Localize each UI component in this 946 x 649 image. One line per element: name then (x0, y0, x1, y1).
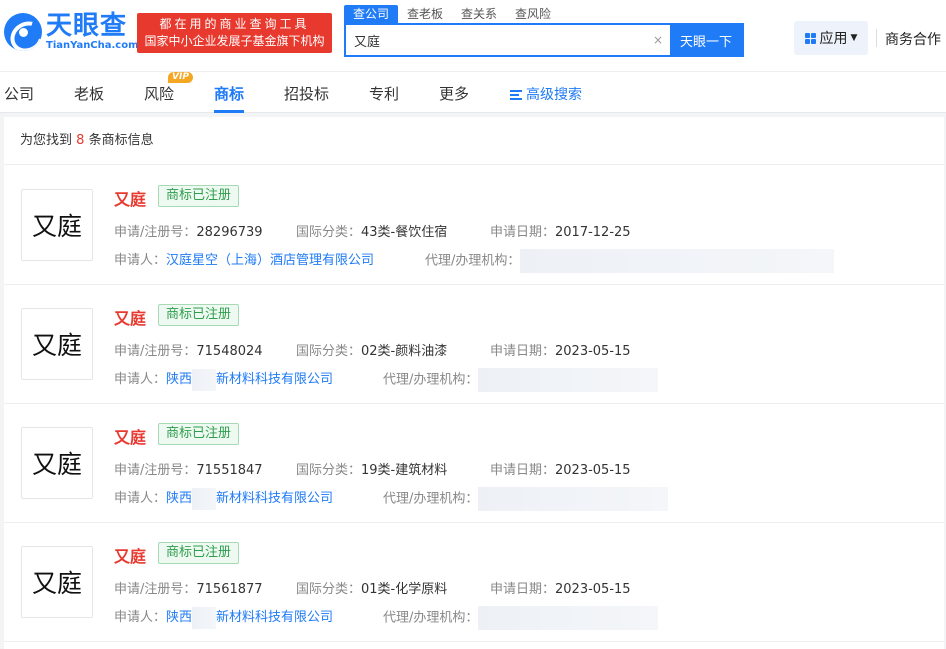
trademark-card: 又庭 又庭 商标已注册 申请/注册号：28296739 国际分类：43类-餐饮住… (4, 166, 944, 285)
redacted-agent (520, 249, 835, 273)
apply-date: 申请日期：2017-12-25 (490, 225, 631, 240)
logo-text-en: TianYanCha.com (46, 40, 139, 51)
redacted-agent (478, 606, 659, 630)
applicant-link[interactable]: 陕西 新材料科技有限公司 (166, 606, 333, 629)
header-divider (876, 29, 877, 47)
grid-icon (804, 32, 816, 44)
applicant-link[interactable]: 陕西 新材料科技有限公司 (166, 487, 333, 510)
applicant: 申请人：陕西 新材料科技有限公司 (114, 368, 333, 391)
apply-date: 申请日期：2023-05-15 (490, 582, 631, 597)
redacted-name (192, 487, 217, 510)
redacted-name (192, 606, 217, 629)
intl-class: 国际分类：02类-颜料油漆 (296, 344, 448, 359)
apps-button[interactable]: 应用 ▼ (794, 21, 868, 55)
nav-company[interactable]: 公司 (4, 83, 34, 104)
slogan-line-2: 国家中小企业发展子基金旗下机构 (144, 34, 325, 48)
redacted-agent (478, 487, 669, 511)
search-tab-company[interactable]: 查公司 (344, 5, 399, 23)
site-logo[interactable]: 天眼查 TianYanCha.com (4, 12, 139, 51)
trademark-card: 又庭 又庭 商标已注册 申请/注册号：71551847 国际分类：19类-建筑材… (4, 404, 944, 523)
nav-advanced-search[interactable]: 高级搜索 (510, 84, 582, 104)
trademark-card: 又庭 又庭 商标已注册 申请/注册号：71548024 国际分类：02类-颜料油… (4, 285, 944, 404)
caret-down-icon: ▼ (850, 33, 858, 43)
top-header: 天眼查 TianYanCha.com 都在用的商业查询工具 国家中小企业发展子基… (0, 0, 946, 72)
search-tab-risk[interactable]: 查风险 (506, 5, 560, 23)
nav-trademark[interactable]: 商标 (214, 83, 244, 104)
agent: 代理/办理机构： (383, 487, 669, 511)
reg-no: 申请/注册号：71561877 (114, 582, 263, 597)
slogan-banner: 都在用的商业查询工具 国家中小企业发展子基金旗下机构 (137, 13, 332, 53)
trademark-image[interactable]: 又庭 (21, 427, 93, 499)
slogan-line-1: 都在用的商业查询工具 (159, 17, 310, 31)
trademark-name[interactable]: 又庭 (114, 424, 146, 448)
trademark-name[interactable]: 又庭 (114, 543, 146, 567)
status-badge: 商标已注册 (158, 542, 240, 564)
trademark-name[interactable]: 又庭 (114, 186, 146, 210)
nav-bidding[interactable]: 招投标 (284, 83, 329, 104)
trademark-card: 又庭 又庭 商标已注册 申请/注册号：71561877 国际分类：01类-化学原… (4, 523, 944, 642)
advanced-search-label: 高级搜索 (526, 87, 582, 103)
search-button[interactable]: 天眼一下 (670, 25, 742, 55)
results-count: 8 (76, 133, 85, 148)
eye-logo-icon (4, 12, 42, 51)
reg-no: 申请/注册号：28296739 (114, 225, 263, 240)
intl-class: 国际分类：43类-餐饮住宿 (296, 225, 448, 240)
nav-boss[interactable]: 老板 (74, 83, 104, 104)
apply-date: 申请日期：2023-05-15 (490, 463, 631, 478)
category-nav: 公司 老板 风险 商标 招投标 专利 更多 高级搜索 (0, 72, 946, 113)
trademark-name[interactable]: 又庭 (114, 305, 146, 329)
nav-risk[interactable]: 风险 (144, 83, 174, 104)
filter-list-icon (510, 90, 522, 100)
search-tab-boss[interactable]: 查老板 (398, 5, 452, 23)
redacted-agent (478, 368, 659, 392)
business-cooperation-link[interactable]: 商务合作 (885, 29, 941, 49)
search-input[interactable] (346, 25, 646, 55)
vip-badge: VIP (168, 72, 193, 83)
apps-label: 应用 (819, 31, 848, 47)
nav-patent[interactable]: 专利 (369, 83, 399, 104)
agent: 代理/办理机构： (425, 249, 835, 273)
applicant: 申请人：陕西 新材料科技有限公司 (114, 606, 333, 629)
nav-more[interactable]: 更多 (439, 83, 469, 104)
reg-no: 申请/注册号：71551847 (114, 463, 263, 478)
apply-date: 申请日期：2023-05-15 (490, 344, 631, 359)
applicant-link[interactable]: 陕西 新材料科技有限公司 (166, 368, 333, 391)
results-summary: 为您找到 8 条商标信息 (4, 117, 944, 165)
search-area: 查公司 查老板 查关系 查风险 × 天眼一下 (344, 5, 744, 57)
status-badge: 商标已注册 (158, 423, 240, 445)
clear-icon[interactable]: × (646, 25, 670, 55)
status-badge: 商标已注册 (158, 304, 240, 326)
applicant: 申请人：汉庭星空（上海）酒店管理有限公司 (114, 253, 375, 268)
trademark-image[interactable]: 又庭 (21, 189, 93, 261)
reg-no: 申请/注册号：71548024 (114, 344, 263, 359)
status-badge: 商标已注册 (158, 185, 240, 207)
agent: 代理/办理机构： (383, 606, 659, 630)
results-panel: 为您找到 8 条商标信息 又庭 又庭 商标已注册 申请/注册号：28296739… (4, 117, 944, 649)
trademark-image[interactable]: 又庭 (21, 546, 93, 618)
redacted-name (192, 368, 217, 391)
applicant: 申请人：陕西 新材料科技有限公司 (114, 487, 333, 510)
search-box: × 天眼一下 (344, 23, 744, 57)
trademark-image[interactable]: 又庭 (21, 308, 93, 380)
search-tabs: 查公司 查老板 查关系 查风险 (344, 5, 744, 23)
agent: 代理/办理机构： (383, 368, 659, 392)
search-tab-relation[interactable]: 查关系 (452, 5, 506, 23)
intl-class: 国际分类：01类-化学原料 (296, 582, 448, 597)
intl-class: 国际分类：19类-建筑材料 (296, 463, 448, 478)
logo-text-cn: 天眼查 (46, 11, 128, 41)
active-tab-underline (214, 110, 244, 113)
applicant-link[interactable]: 汉庭星空（上海）酒店管理有限公司 (166, 253, 374, 268)
